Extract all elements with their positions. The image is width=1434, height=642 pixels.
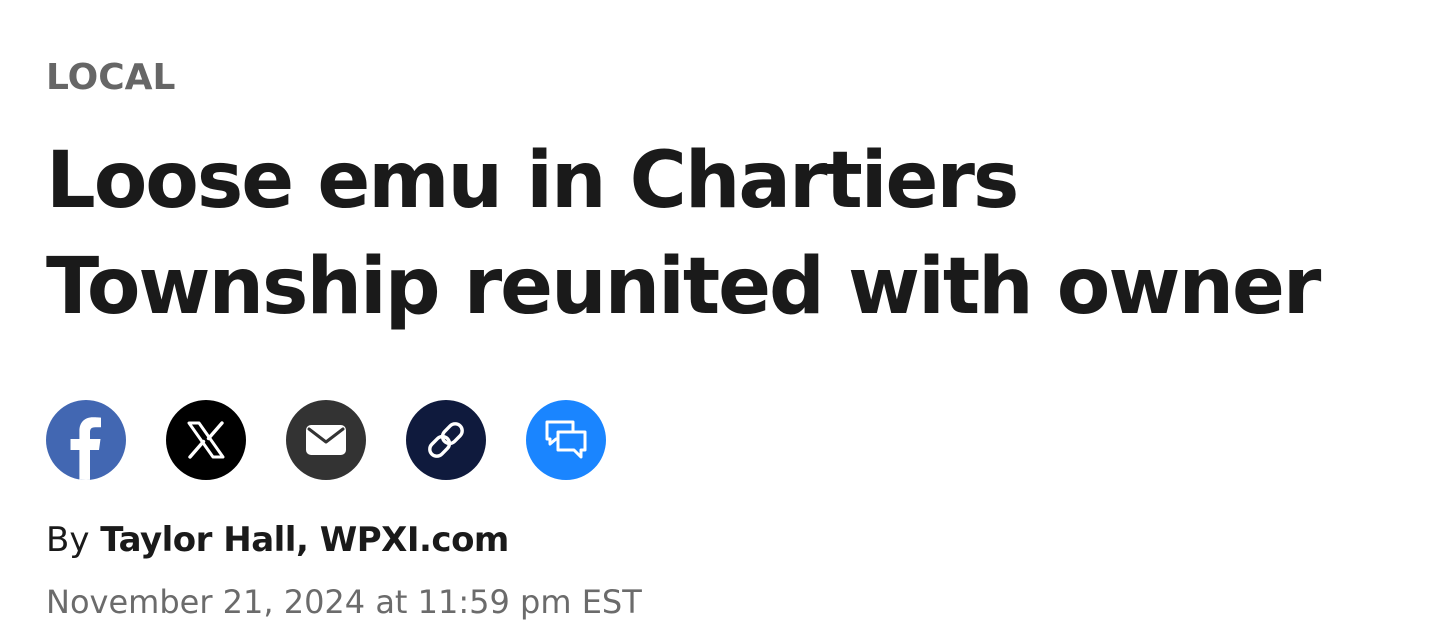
headline-line-1: Loose emu in Chartiers bbox=[46, 136, 1019, 226]
copy-link-button[interactable] bbox=[406, 400, 486, 480]
byline: By Taylor Hall, WPXI.com bbox=[46, 516, 509, 564]
share-bar bbox=[46, 400, 606, 480]
comments-button[interactable] bbox=[526, 400, 606, 480]
article-header: LOCAL Loose emu in Chartiers Township re… bbox=[46, 0, 1426, 642]
comments-icon bbox=[545, 420, 587, 459]
facebook-share-button[interactable] bbox=[46, 400, 126, 480]
headline-line-2: Township reunited with owner bbox=[46, 242, 1321, 332]
facebook-icon bbox=[70, 417, 101, 480]
byline-prefix: By bbox=[46, 520, 90, 560]
author-name[interactable]: Taylor Hall, WPXI.com bbox=[100, 520, 509, 560]
category-label[interactable]: LOCAL bbox=[46, 56, 175, 100]
email-share-button[interactable] bbox=[286, 400, 366, 480]
publish-timestamp: November 21, 2024 at 11:59 pm EST bbox=[46, 583, 642, 621]
headline: Loose emu in Chartiers Township reunited… bbox=[46, 128, 1426, 340]
x-share-button[interactable] bbox=[166, 400, 246, 480]
x-icon bbox=[187, 421, 225, 459]
email-icon bbox=[306, 425, 346, 455]
link-icon bbox=[428, 422, 464, 458]
